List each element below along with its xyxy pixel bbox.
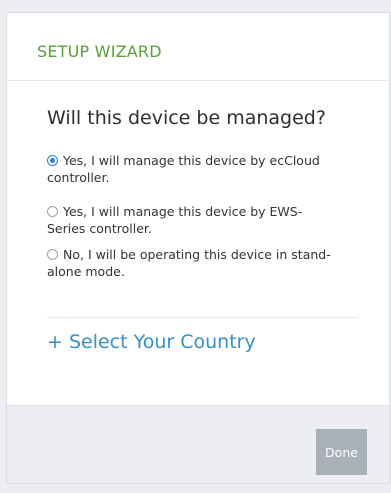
select-country-link[interactable]: + Select Your Country	[47, 331, 256, 353]
option-label: No, I will be operating this device in s…	[47, 247, 331, 279]
option-ews-controller[interactable]: Yes, I will manage this device by EWS-Se…	[47, 203, 337, 237]
card-footer: Done	[7, 405, 389, 483]
option-standalone-mode[interactable]: No, I will be operating this device in s…	[47, 246, 337, 280]
done-button[interactable]: Done	[316, 429, 367, 475]
radio-unselected-icon[interactable]	[47, 206, 58, 217]
option-label: Yes, I will manage this device by EWS-Se…	[47, 204, 303, 236]
option-label: Yes, I will manage this device by ecClou…	[47, 153, 320, 185]
management-question: Will this device be managed?	[47, 107, 326, 129]
radio-unselected-icon[interactable]	[47, 249, 58, 260]
section-divider	[47, 317, 357, 318]
page-background: SETUP WIZARD Will this device be managed…	[0, 0, 391, 493]
card-header: SETUP WIZARD	[7, 13, 389, 81]
option-ecloud-controller[interactable]: Yes, I will manage this device by ecClou…	[47, 152, 337, 186]
radio-selected-icon[interactable]	[47, 155, 58, 166]
setup-wizard-card: SETUP WIZARD Will this device be managed…	[6, 12, 390, 484]
wizard-title: SETUP WIZARD	[37, 42, 162, 61]
